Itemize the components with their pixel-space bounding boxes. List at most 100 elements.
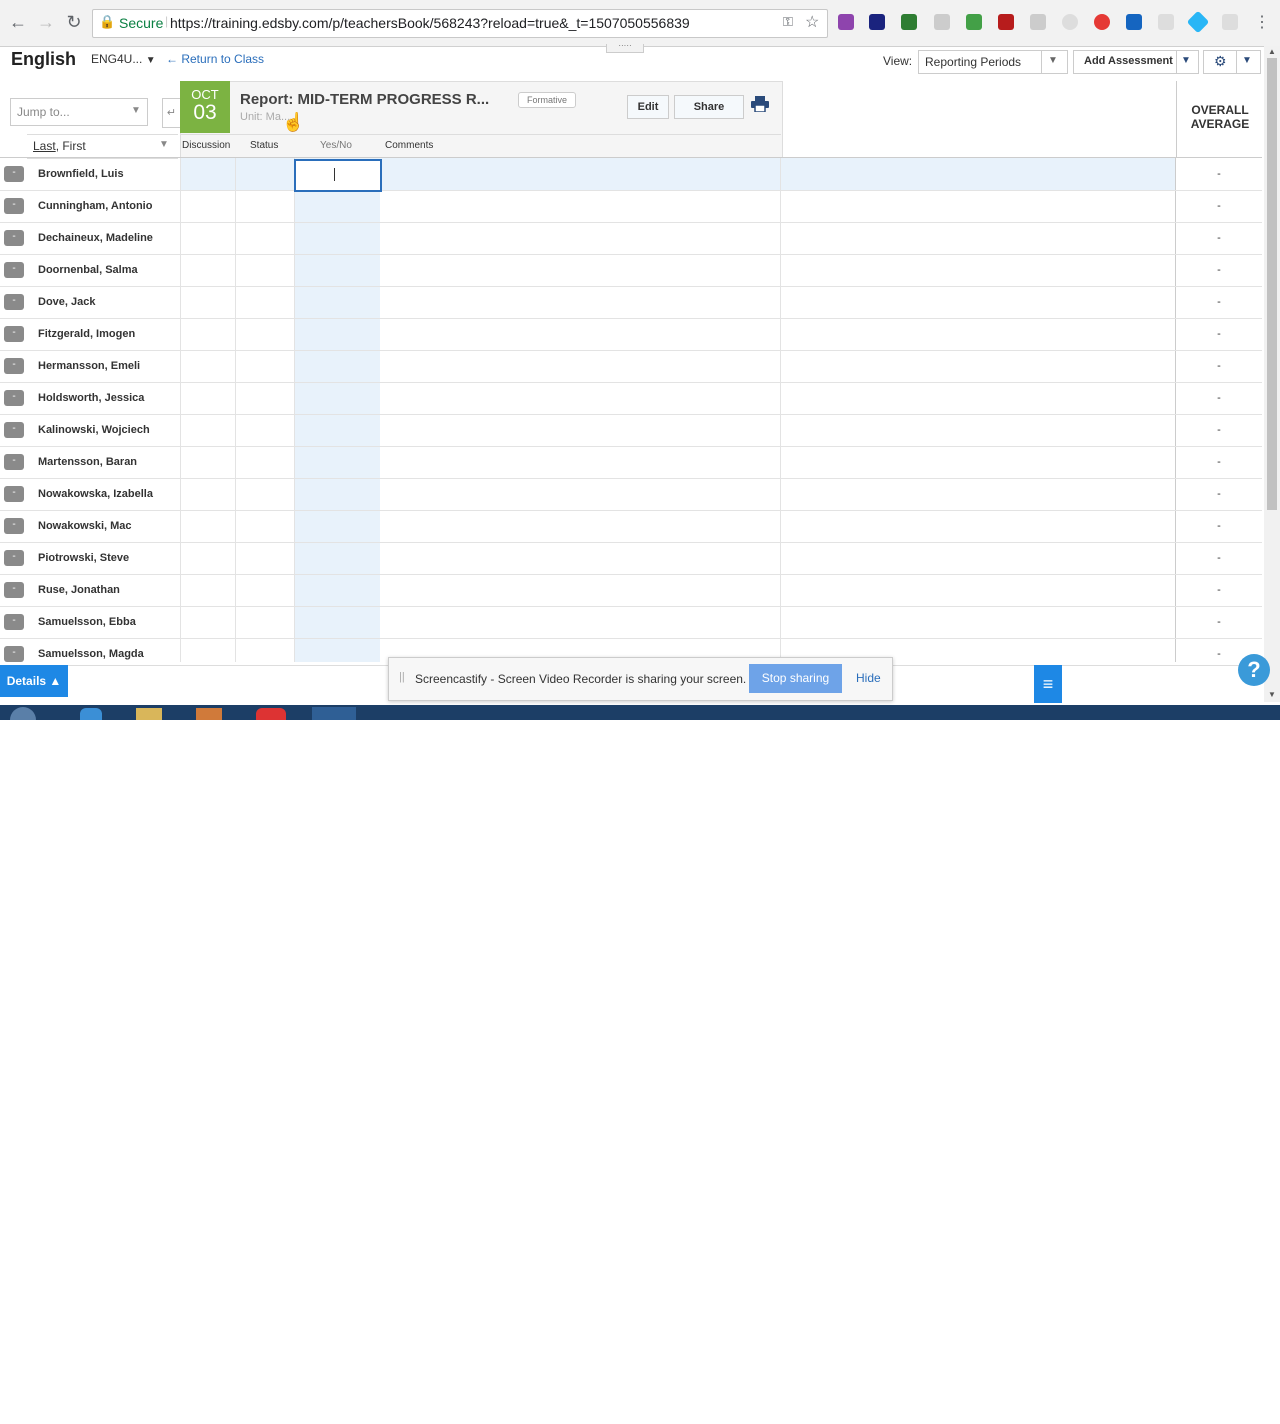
student-row-button[interactable]: - [4,454,24,470]
yes-no-cell[interactable] [294,606,380,638]
discussion-cell[interactable] [180,478,235,510]
comments-cell[interactable] [380,414,780,446]
student-name[interactable]: Piotrowski, Steve [38,552,129,564]
status-cell[interactable] [235,446,294,478]
discussion-cell[interactable] [180,222,235,254]
extension-icon[interactable] [838,14,854,30]
status-cell[interactable] [235,574,294,606]
comments-cell[interactable] [380,158,780,190]
comments-cell[interactable] [380,382,780,414]
yes-no-cell[interactable] [294,318,380,350]
app-icon[interactable] [196,708,222,720]
hide-button[interactable]: Hide [856,671,881,685]
student-row-button[interactable]: - [4,390,24,406]
student-name[interactable]: Nowakowski, Mac [38,520,132,532]
extension-icon[interactable] [1062,14,1078,30]
student-row-button[interactable]: - [4,422,24,438]
return-to-class-link[interactable]: ← Return to Class [166,52,264,66]
browser-icon[interactable] [80,708,102,720]
discussion-cell[interactable] [180,286,235,318]
discussion-cell[interactable] [180,510,235,542]
caret-down-icon[interactable]: ▼ [1181,55,1191,66]
comments-cell[interactable] [380,574,780,606]
yes-no-cell[interactable] [294,190,380,222]
status-cell[interactable] [235,286,294,318]
caret-down-icon[interactable]: ▼ [1242,55,1252,66]
extension-icon[interactable] [1126,14,1142,30]
back-icon[interactable]: ← [6,10,30,34]
return-icon[interactable]: ↵ [162,98,180,128]
address-bar[interactable]: 🔒 Secure | https://training.edsby.com/p/… [92,9,828,38]
gear-icon[interactable]: ⚙ [1214,53,1227,70]
star-icon[interactable]: ☆ [805,12,819,32]
view-select[interactable]: Reporting Periods ▼ [918,50,1068,74]
comments-cell[interactable] [380,446,780,478]
reload-icon[interactable]: ↻ [62,10,86,34]
yes-no-cell[interactable] [294,414,380,446]
discussion-cell[interactable] [180,382,235,414]
status-cell[interactable] [235,606,294,638]
student-row-button[interactable]: - [4,614,24,630]
status-cell[interactable] [235,542,294,574]
status-cell[interactable] [235,478,294,510]
assessment-title[interactable]: Report: MID-TERM PROGRESS R... [240,91,489,108]
student-name[interactable]: Dechaineux, Madeline [38,232,153,244]
active-yes-no-cell[interactable] [294,159,382,192]
student-name[interactable]: Samuelsson, Ebba [38,616,136,628]
yes-no-cell[interactable] [294,574,380,606]
yes-no-cell[interactable] [294,542,380,574]
discussion-cell[interactable] [180,606,235,638]
list-icon[interactable]: ≡ [1034,665,1062,703]
yes-no-cell[interactable] [294,510,380,542]
extension-icon[interactable] [901,14,917,30]
discussion-cell[interactable] [180,446,235,478]
student-name[interactable]: Hermansson, Emeli [38,360,140,372]
scrollbar-thumb[interactable] [1267,58,1277,510]
discussion-cell[interactable] [180,350,235,382]
column-header-comments[interactable]: Comments [385,140,433,151]
status-cell[interactable] [235,222,294,254]
key-icon[interactable]: ⚿ [783,14,793,30]
student-row-button[interactable]: - [4,294,24,310]
student-row-button[interactable]: - [4,230,24,246]
extension-icon[interactable] [869,14,885,30]
status-cell[interactable] [235,510,294,542]
share-button[interactable]: Share [674,95,744,119]
yes-no-cell[interactable] [294,222,380,254]
student-row-button[interactable]: - [4,262,24,278]
student-row-button[interactable]: - [4,582,24,598]
discussion-cell[interactable] [180,414,235,446]
discussion-cell[interactable] [180,318,235,350]
yes-no-cell[interactable] [294,350,380,382]
help-button[interactable]: ? [1238,654,1270,686]
status-cell[interactable] [235,318,294,350]
student-name[interactable]: Holdsworth, Jessica [38,392,144,404]
student-row-button[interactable]: - [4,550,24,566]
discussion-cell[interactable] [180,574,235,606]
extension-icon[interactable] [1030,14,1046,30]
status-cell[interactable] [235,382,294,414]
student-name[interactable]: Doornenbal, Salma [38,264,138,276]
chrome-icon[interactable] [256,708,286,720]
student-name[interactable]: Brownfield, Luis [38,168,124,180]
comments-cell[interactable] [380,478,780,510]
comments-cell[interactable] [380,254,780,286]
extension-icon[interactable] [1158,14,1174,30]
status-cell[interactable] [235,350,294,382]
extension-icon[interactable] [1186,10,1210,34]
scroll-up-icon[interactable]: ▲ [1268,47,1276,56]
yes-no-cell[interactable] [294,478,380,510]
status-cell[interactable] [235,254,294,286]
status-cell[interactable] [235,414,294,446]
student-name[interactable]: Dove, Jack [38,296,95,308]
comments-cell[interactable] [380,190,780,222]
comments-cell[interactable] [380,286,780,318]
student-name[interactable]: Fitzgerald, Imogen [38,328,135,340]
student-row-button[interactable]: - [4,646,24,662]
extension-icon[interactable] [1222,14,1238,30]
url-text[interactable]: https://training.edsby.com/p/teachersBoo… [170,15,690,31]
comments-cell[interactable] [380,318,780,350]
column-header-status[interactable]: Status [250,140,278,151]
student-row-button[interactable]: - [4,358,24,374]
extension-icon[interactable] [1094,14,1110,30]
